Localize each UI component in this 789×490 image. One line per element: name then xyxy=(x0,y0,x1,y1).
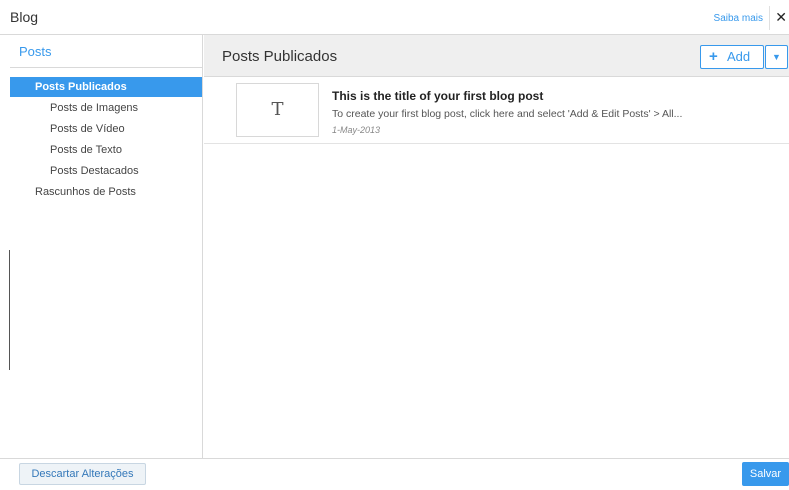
post-excerpt: To create your first blog post, click he… xyxy=(332,108,683,120)
sidebar-item-posts-de-texto[interactable]: Posts de Texto xyxy=(10,140,202,160)
main-header: Posts Publicados + Add ▼ xyxy=(204,35,789,77)
sidebar-item-label: Rascunhos de Posts xyxy=(35,186,136,198)
text-post-icon: T xyxy=(271,99,284,120)
sidebar-header-label[interactable]: Posts xyxy=(19,44,52,59)
discard-changes-button[interactable]: Descartar Alterações xyxy=(19,463,146,485)
sidebar-item-label: Posts Destacados xyxy=(50,165,139,177)
add-dropdown-button[interactable]: ▼ xyxy=(765,45,788,69)
page-title: Posts Publicados xyxy=(222,48,338,65)
sidebar-item-posts-de-imagens[interactable]: Posts de Imagens xyxy=(10,98,202,118)
sidebar-item-rascunhos-de-posts[interactable]: Rascunhos de Posts xyxy=(10,182,202,202)
title-bar: Blog Saiba mais ✕ xyxy=(0,0,789,35)
sidebar-item-posts-de-video[interactable]: Posts de Vídeo xyxy=(10,119,202,139)
sidebar: Posts Posts Publicados Posts de Imagens … xyxy=(10,35,203,458)
add-post-button[interactable]: + Add xyxy=(700,45,764,69)
post-thumbnail: T xyxy=(236,83,319,137)
save-button[interactable]: Salvar xyxy=(742,462,789,486)
blog-manager-window: Blog Saiba mais ✕ Posts Posts Publicados… xyxy=(0,0,789,490)
sidebar-header: Posts xyxy=(10,35,202,68)
sidebar-item-label: Posts Publicados xyxy=(35,81,127,93)
sidebar-item-posts-destacados[interactable]: Posts Destacados xyxy=(10,161,202,181)
sidebar-item-label: Posts de Texto xyxy=(50,144,122,156)
title-bar-divider xyxy=(769,6,770,30)
sidebar-item-label: Posts de Imagens xyxy=(50,102,139,114)
post-list-item[interactable]: T This is the title of your first blog p… xyxy=(204,78,789,144)
learn-more-link[interactable]: Saiba mais xyxy=(714,13,763,24)
plus-icon: + xyxy=(709,48,718,65)
footer: Descartar Alterações Salvar xyxy=(0,458,789,490)
post-title: This is the title of your first blog pos… xyxy=(332,89,544,103)
window-title: Blog xyxy=(10,9,39,25)
main-panel: Posts Publicados + Add ▼ T This is the t… xyxy=(204,35,789,458)
close-icon[interactable]: ✕ xyxy=(775,9,787,26)
caret-down-icon: ▼ xyxy=(772,52,781,62)
sidebar-item-label: Posts de Vídeo xyxy=(50,123,125,135)
add-button-label: Add xyxy=(727,49,751,64)
post-date: 1-May-2013 xyxy=(332,125,381,135)
sidebar-item-posts-publicados[interactable]: Posts Publicados xyxy=(10,77,202,97)
